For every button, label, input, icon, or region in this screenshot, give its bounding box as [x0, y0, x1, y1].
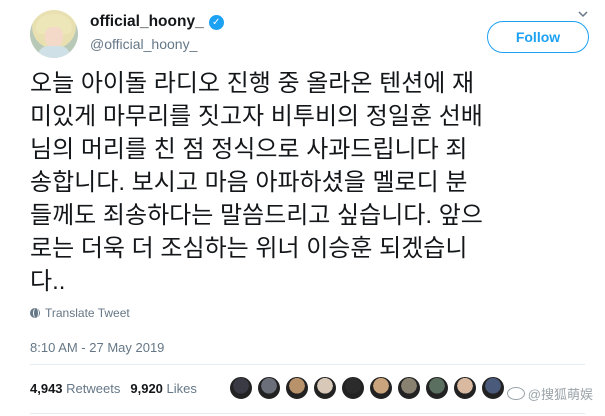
tweet-line: 다..	[30, 268, 66, 295]
tweet-header: official_hoony_ ✓ @official_hoony_ Follo…	[30, 10, 590, 60]
divider	[30, 413, 585, 414]
retweets-count: 4,943	[30, 381, 63, 396]
tweet-line: 오늘 아이돌 라디오 진행 중 올라온 텐션에 재	[30, 70, 475, 97]
display-name[interactable]: official_hoony_	[90, 13, 204, 31]
likes-label: Likes	[166, 381, 197, 396]
translate-tweet-link[interactable]: Translate Tweet	[30, 306, 130, 320]
user-handle[interactable]: @official_hoony_	[90, 36, 197, 52]
liker-avatar[interactable]	[229, 376, 253, 400]
avatar[interactable]	[30, 10, 78, 58]
liker-avatar[interactable]	[341, 376, 365, 400]
liker-avatar[interactable]	[397, 376, 421, 400]
liker-avatars	[229, 376, 505, 400]
tweet-line: 로는 더욱 더 조심하는 위너 이승훈 되겠습니	[30, 235, 468, 262]
liker-avatar[interactable]	[481, 376, 505, 400]
tweet-timestamp[interactable]: 8:10 AM - 27 May 2019	[30, 340, 164, 355]
tweet-line: 미있게 마무리를 짓고자 비투비의 정일훈 선배	[30, 103, 483, 130]
watermark: @搜狐萌娱	[506, 384, 593, 403]
weibo-icon	[506, 387, 525, 400]
liker-avatar[interactable]	[369, 376, 393, 400]
retweets-label: Retweets	[66, 381, 121, 396]
follow-button[interactable]: Follow	[487, 21, 589, 53]
watermark-text: @搜狐萌娱	[527, 387, 593, 402]
liker-avatar[interactable]	[425, 376, 449, 400]
chevron-down-icon[interactable]	[576, 8, 590, 22]
tweet-stats: 4,943 Retweets 9,920 Likes	[30, 381, 197, 396]
liker-avatar[interactable]	[453, 376, 477, 400]
tweet-line: 님의 머리를 친 점 정식으로 사과드립니다 죄	[30, 136, 468, 163]
tweet-line: 송합니다. 보시고 마음 아파하셨을 멜로디 분	[30, 169, 468, 196]
tweet-text: 오늘 아이돌 라디오 진행 중 올라온 텐션에 재 미있게 마무리를 짓고자 비…	[30, 67, 578, 298]
verified-badge-icon: ✓	[208, 14, 224, 30]
globe-icon	[30, 308, 40, 318]
tweet-line: 들께도 죄송하다는 말씀드리고 싶습니다. 앞으	[30, 202, 483, 229]
retweets-stat[interactable]: 4,943 Retweets	[30, 381, 120, 396]
likes-stat[interactable]: 9,920 Likes	[130, 381, 197, 396]
liker-avatar[interactable]	[285, 376, 309, 400]
liker-avatar[interactable]	[257, 376, 281, 400]
name-row: official_hoony_ ✓	[90, 13, 224, 31]
likes-count: 9,920	[130, 381, 163, 396]
divider	[30, 364, 585, 365]
liker-avatar[interactable]	[313, 376, 337, 400]
translate-label: Translate Tweet	[45, 306, 130, 320]
